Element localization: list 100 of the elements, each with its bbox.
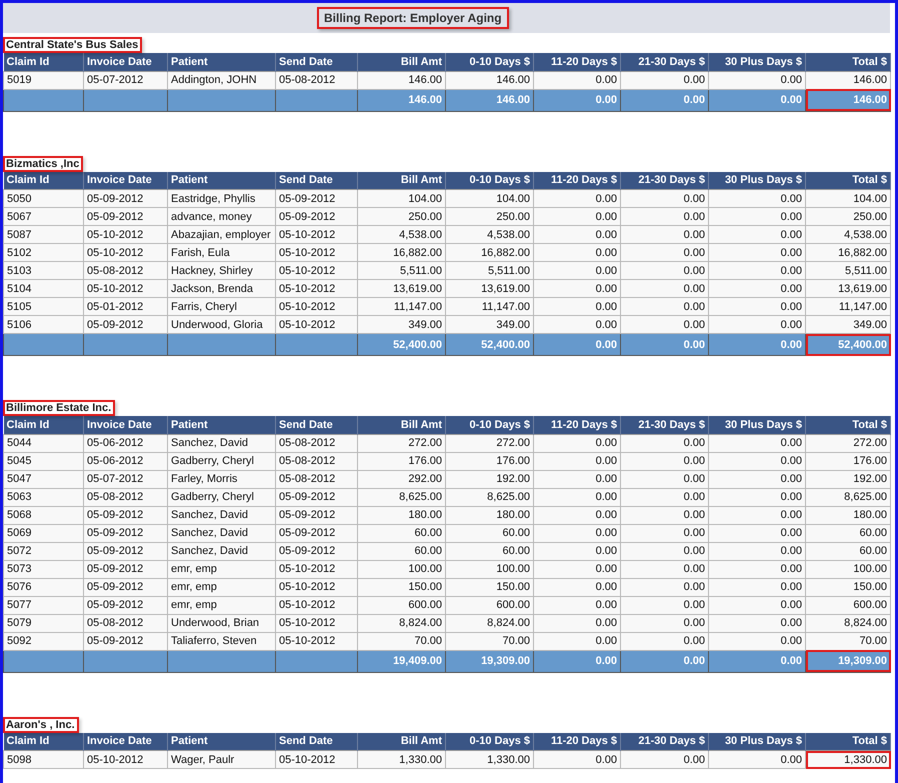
column-header: 30 Plus Days $	[708, 53, 806, 71]
table-cell: Wager, Paulr	[168, 750, 276, 768]
table-cell: 5077	[4, 596, 84, 614]
total-cell: 52,400.00	[446, 334, 534, 356]
table-cell: 5,511.00	[806, 262, 890, 280]
table-cell: 600.00	[446, 596, 534, 614]
table-cell: 0.00	[620, 578, 708, 596]
table-cell: 0.00	[620, 560, 708, 578]
table-cell: 8,625.00	[446, 488, 534, 506]
column-header: Send Date	[276, 172, 358, 190]
table-cell: 0.00	[534, 190, 620, 208]
table-cell: 05-09-2012	[276, 488, 358, 506]
table-cell: emr, emp	[168, 578, 276, 596]
table-cell: Gadberry, Cheryl	[168, 452, 276, 470]
total-cell: 0.00	[620, 650, 708, 672]
table-cell: 0.00	[534, 750, 620, 768]
column-header: Patient	[168, 172, 276, 190]
table-cell: 05-09-2012	[276, 506, 358, 524]
total-cell: 0.00	[708, 334, 806, 356]
column-header: 0-10 Days $	[446, 172, 534, 190]
table-cell: 349.00	[806, 316, 890, 334]
table-cell: 0.00	[620, 614, 708, 632]
table-cell: 0.00	[620, 434, 708, 452]
table-cell: 4,538.00	[806, 226, 890, 244]
table-cell: 250.00	[806, 208, 890, 226]
table-cell: 0.00	[620, 262, 708, 280]
table-cell: 05-10-2012	[276, 614, 358, 632]
table-cell: 60.00	[446, 542, 534, 560]
column-header: Patient	[168, 732, 276, 750]
table-cell: Jackson, Brenda	[168, 280, 276, 298]
table-cell: 0.00	[708, 452, 806, 470]
total-cell: 0.00	[620, 334, 708, 356]
table-cell: 176.00	[358, 452, 446, 470]
table-cell: 11,147.00	[446, 298, 534, 316]
table-cell: 0.00	[620, 208, 708, 226]
table-cell: 05-09-2012	[84, 542, 168, 560]
table-cell: 146.00	[358, 71, 446, 89]
table-cell: 0.00	[534, 298, 620, 316]
table-cell: Eastridge, Phyllis	[168, 190, 276, 208]
table-cell: 05-10-2012	[276, 226, 358, 244]
column-header: 30 Plus Days $	[708, 416, 806, 434]
table-cell: 13,619.00	[446, 280, 534, 298]
table-cell: 192.00	[446, 470, 534, 488]
table-cell: 5068	[4, 506, 84, 524]
total-cell: 19,309.00	[446, 650, 534, 672]
table-cell: 05-09-2012	[276, 542, 358, 560]
table-cell: 70.00	[806, 632, 890, 650]
table-cell: 0.00	[534, 506, 620, 524]
table-cell: 0.00	[708, 632, 806, 650]
column-header: 21-30 Days $	[620, 732, 708, 750]
table-cell: Hackney, Shirley	[168, 262, 276, 280]
table-cell: Gadberry, Cheryl	[168, 488, 276, 506]
table-cell: 0.00	[534, 244, 620, 262]
table-cell: 5019	[4, 71, 84, 89]
table-cell: 05-10-2012	[276, 262, 358, 280]
table-cell: 176.00	[806, 452, 890, 470]
table-cell: 05-09-2012	[84, 208, 168, 226]
table-cell: 5104	[4, 280, 84, 298]
column-header: 21-30 Days $	[620, 416, 708, 434]
table-cell: 05-09-2012	[276, 190, 358, 208]
table-cell: 05-10-2012	[276, 298, 358, 316]
table-cell: 0.00	[708, 596, 806, 614]
total-cell: 0.00	[708, 650, 806, 672]
table-cell: 05-10-2012	[84, 244, 168, 262]
table-cell: 0.00	[534, 488, 620, 506]
table-cell: 0.00	[708, 434, 806, 452]
table-cell: 0.00	[708, 488, 806, 506]
table-cell: 70.00	[446, 632, 534, 650]
column-header: Bill Amt	[358, 416, 446, 434]
table-cell: emr, emp	[168, 596, 276, 614]
table-cell: 0.00	[620, 506, 708, 524]
table-cell: 180.00	[806, 506, 890, 524]
column-header: Invoice Date	[84, 416, 168, 434]
table-cell: 0.00	[708, 262, 806, 280]
employer-name: Bizmatics ,Inc	[3, 156, 84, 172]
table-cell: 0.00	[534, 280, 620, 298]
table-cell: 05-09-2012	[84, 506, 168, 524]
table-cell: 05-09-2012	[84, 560, 168, 578]
table-cell: 0.00	[620, 524, 708, 542]
column-header: 11-20 Days $	[534, 53, 620, 71]
table-cell: 0.00	[534, 434, 620, 452]
table-cell: 272.00	[446, 434, 534, 452]
table-cell: 0.00	[534, 452, 620, 470]
table-cell: 0.00	[534, 632, 620, 650]
total-cell: 0.00	[534, 650, 620, 672]
table-cell: 292.00	[358, 470, 446, 488]
table-cell: 13,619.00	[358, 280, 446, 298]
table-cell: 0.00	[534, 560, 620, 578]
table-cell: 5047	[4, 470, 84, 488]
table-cell: 05-09-2012	[84, 190, 168, 208]
table-cell: 0.00	[534, 596, 620, 614]
total-cell: 0.00	[620, 89, 708, 111]
column-header: Bill Amt	[358, 732, 446, 750]
table-cell: 250.00	[358, 208, 446, 226]
table-cell: 5073	[4, 560, 84, 578]
table-cell: 150.00	[446, 578, 534, 596]
column-header: Total $	[806, 53, 890, 71]
table-cell: 05-10-2012	[276, 596, 358, 614]
table-cell: 5106	[4, 316, 84, 334]
table-cell: 05-07-2012	[84, 71, 168, 89]
